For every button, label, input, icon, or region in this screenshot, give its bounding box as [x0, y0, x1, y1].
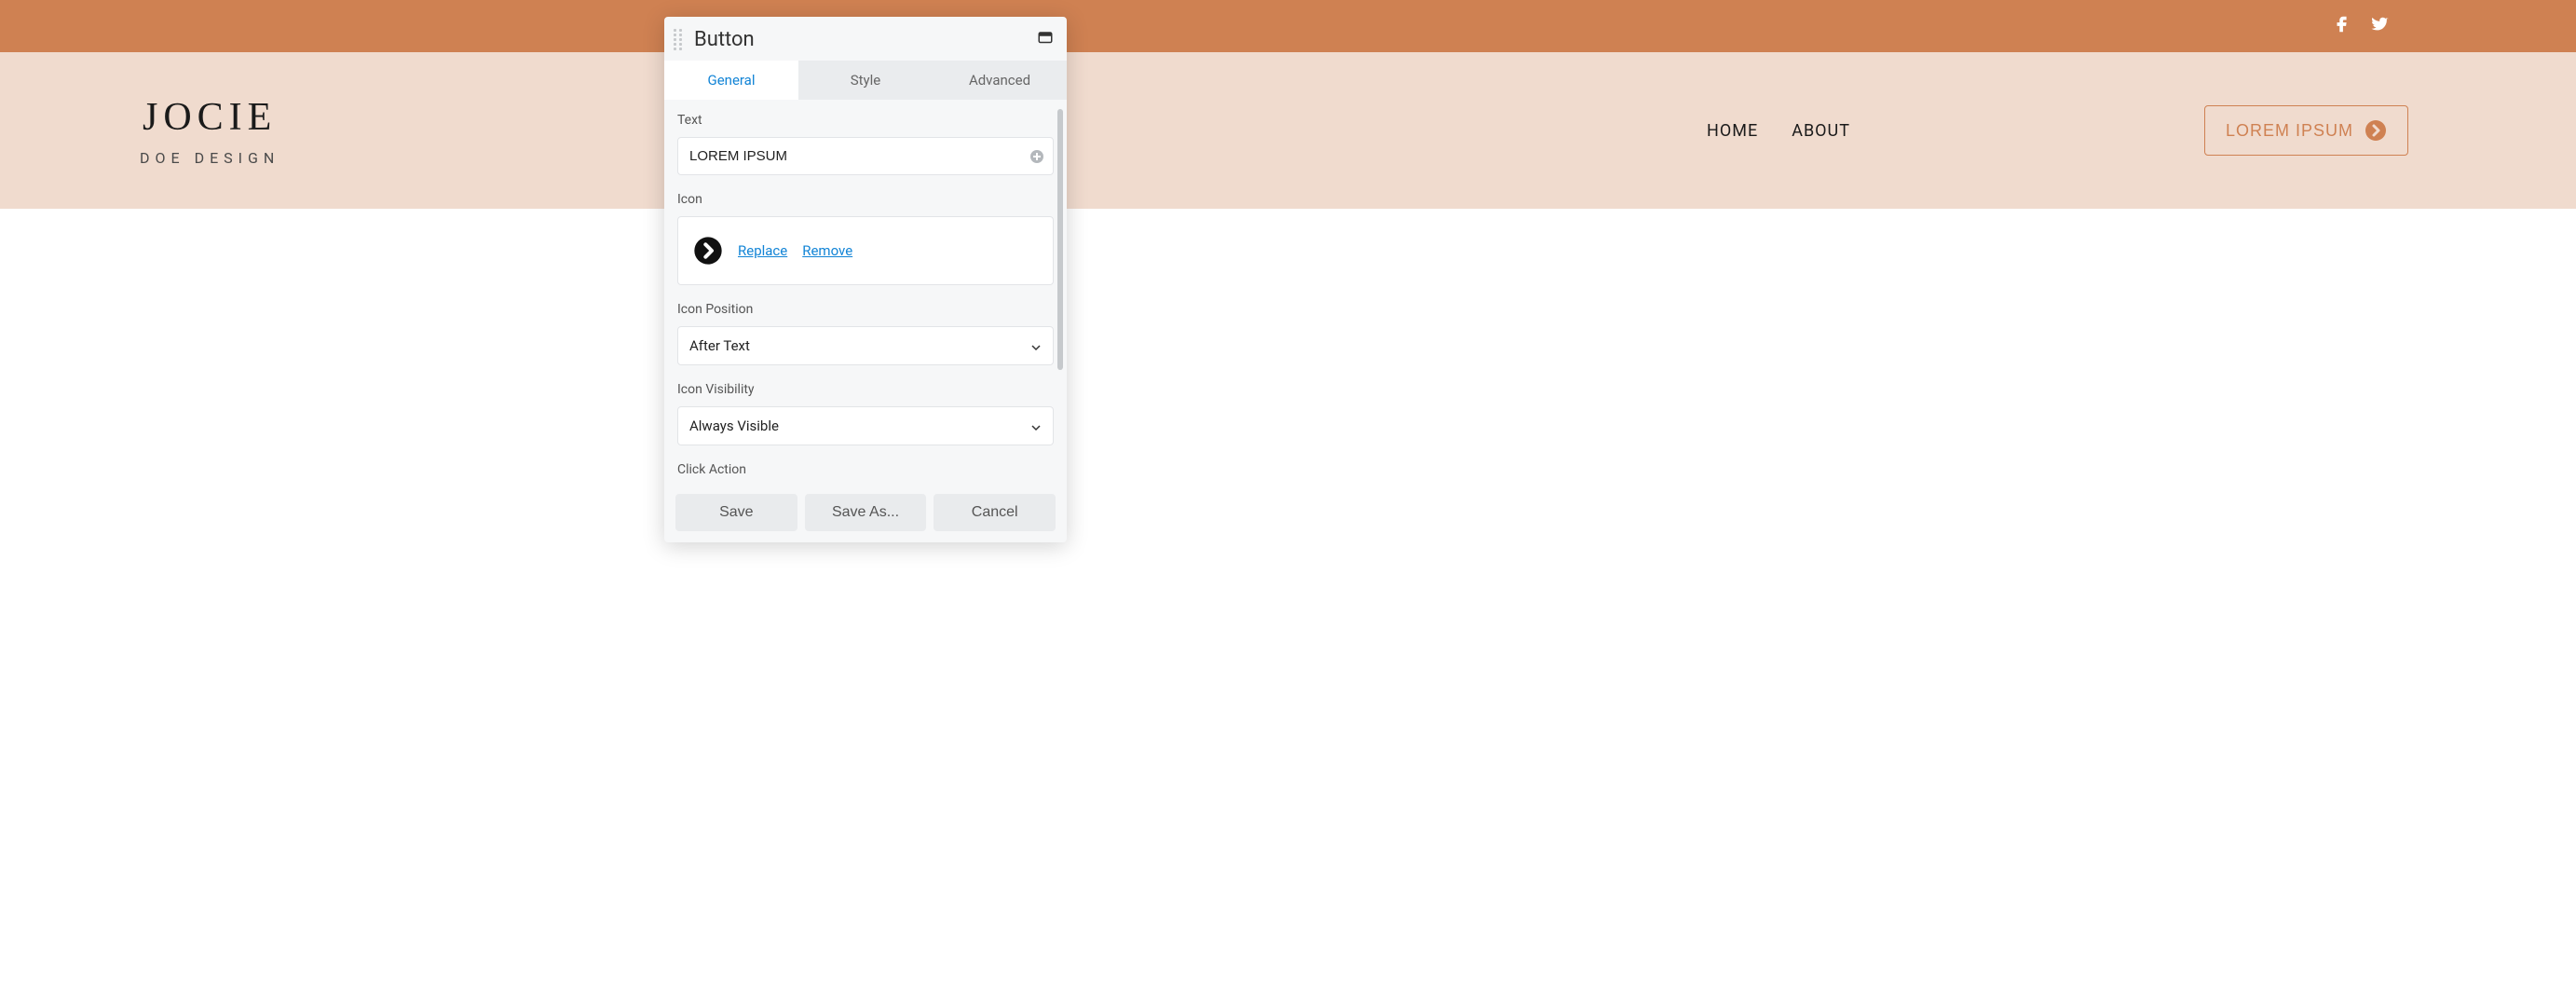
panel-footer: Save Save As... Cancel	[664, 486, 1067, 542]
save-button[interactable]: Save	[675, 494, 797, 531]
nav-home[interactable]: HOME	[1707, 121, 1758, 141]
cta-label: LOREM IPSUM	[2226, 121, 2353, 141]
remove-icon-link[interactable]: Remove	[802, 242, 852, 259]
nav-about[interactable]: ABOUT	[1792, 121, 1850, 141]
label-icon-visibility: Icon Visibility	[677, 382, 1054, 397]
chevron-circle-right-icon	[693, 236, 723, 266]
select-icon-visibility[interactable]: Always Visible	[677, 406, 1054, 445]
drag-handle-icon[interactable]	[674, 29, 683, 50]
field-click-action: Click Action	[677, 462, 1054, 477]
field-icon: Icon Replace Remove	[677, 192, 1054, 285]
tab-general[interactable]: General	[664, 61, 798, 100]
save-as-button[interactable]: Save As...	[805, 494, 927, 531]
chevron-down-icon	[1030, 340, 1042, 351]
tab-style[interactable]: Style	[798, 61, 933, 100]
twitter-icon[interactable]	[2369, 14, 2390, 38]
label-text: Text	[677, 113, 1054, 128]
site-header: JOCIE DOE DESIGN HOME ABOUT LOREM IPSUM	[0, 52, 2576, 209]
chevron-circle-right-icon	[2365, 119, 2387, 142]
tab-advanced[interactable]: Advanced	[933, 61, 1067, 100]
field-text: Text	[677, 113, 1054, 175]
brand: JOCIE DOE DESIGN	[140, 95, 279, 167]
cta-button[interactable]: LOREM IPSUM	[2204, 105, 2408, 156]
label-icon-position: Icon Position	[677, 302, 1054, 317]
replace-icon-link[interactable]: Replace	[738, 242, 787, 259]
cancel-button[interactable]: Cancel	[934, 494, 1056, 531]
panel-body: Text Icon Replace Remove Icon Position A	[664, 100, 1067, 486]
field-icon-position: Icon Position After Text	[677, 302, 1054, 365]
settings-panel: Button General Style Advanced Text Icon	[664, 17, 1067, 542]
label-icon: Icon	[677, 192, 1054, 207]
chevron-down-icon	[1030, 420, 1042, 431]
select-icon-visibility-value: Always Visible	[689, 417, 779, 434]
select-icon-position-value: After Text	[689, 337, 750, 354]
select-icon-position[interactable]: After Text	[677, 326, 1054, 365]
panel-tabs: General Style Advanced	[664, 61, 1067, 100]
topbar	[0, 0, 2576, 52]
text-input[interactable]	[677, 137, 1054, 175]
brand-subtitle: DOE DESIGN	[140, 149, 279, 167]
panel-header: Button	[664, 17, 1067, 61]
facebook-icon[interactable]	[2332, 14, 2352, 38]
responsive-toggle-icon[interactable]	[1037, 30, 1054, 50]
main-nav: HOME ABOUT	[1707, 121, 1850, 141]
brand-name: JOCIE	[140, 95, 279, 140]
panel-title: Button	[694, 28, 1037, 51]
insert-placeholder-icon[interactable]	[1029, 149, 1044, 164]
field-icon-visibility: Icon Visibility Always Visible	[677, 382, 1054, 445]
label-click-action: Click Action	[677, 462, 1054, 477]
